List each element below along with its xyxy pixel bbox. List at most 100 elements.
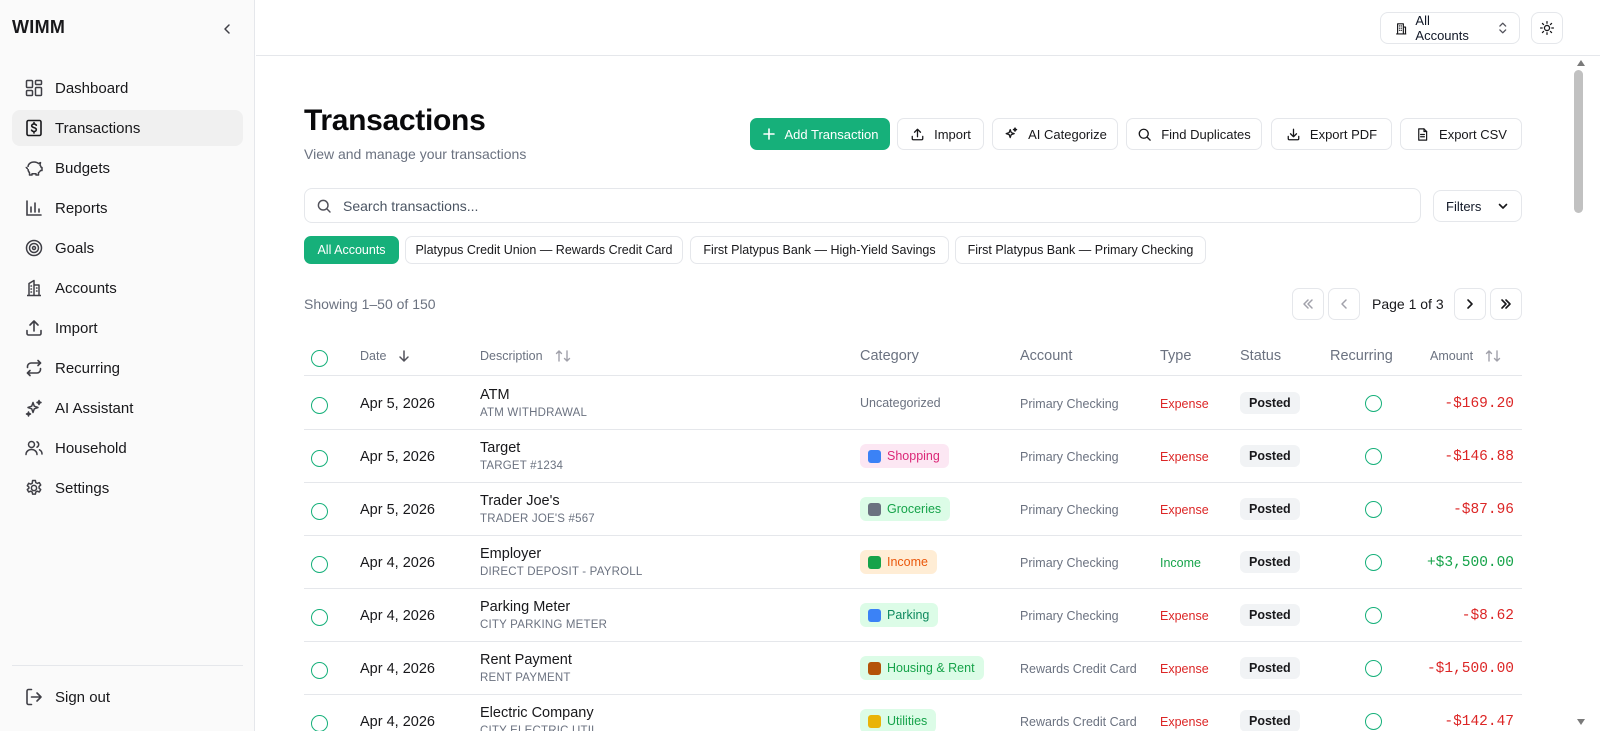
transaction-raw-description: TARGET #1234	[480, 460, 564, 472]
previous-page-button[interactable]	[1328, 288, 1360, 320]
recurring-toggle[interactable]	[1365, 713, 1382, 730]
select-all-checkbox[interactable]	[311, 350, 328, 367]
page-subtitle: View and manage your transactions	[304, 146, 527, 162]
transaction-account: Primary Checking	[1020, 503, 1119, 517]
recurring-toggle[interactable]	[1365, 501, 1382, 518]
category-label: Uncategorized	[860, 396, 941, 410]
recurring-toggle[interactable]	[1365, 660, 1382, 677]
category-badge[interactable]: Uncategorized	[860, 391, 950, 415]
last-page-button[interactable]	[1490, 288, 1522, 320]
column-header-description[interactable]: Description	[480, 349, 571, 363]
sidebar-nav: Dashboard Transactions Budgets Reports G…	[12, 70, 243, 510]
sidebar-item-dashboard[interactable]: Dashboard	[12, 70, 243, 106]
export-csv-button[interactable]: Export CSV	[1400, 118, 1522, 150]
column-header-category: Category	[860, 348, 919, 364]
transaction-raw-description: RENT PAYMENT	[480, 672, 571, 684]
sidebar-item-goals[interactable]: Goals	[12, 230, 243, 266]
account-chip-high-yield-savings[interactable]: First Platypus Bank — High-Yield Savings	[690, 236, 949, 264]
sign-out-button[interactable]: Sign out	[12, 679, 243, 715]
table-row[interactable]: Apr 5, 2026 Trader Joe's TRADER JOE'S #5…	[304, 483, 1522, 536]
category-label: Shopping	[887, 449, 940, 463]
recurring-toggle[interactable]	[1365, 607, 1382, 624]
sidebar-item-settings[interactable]: Settings	[12, 470, 243, 506]
recurring-toggle[interactable]	[1365, 554, 1382, 571]
sidebar-item-reports[interactable]: Reports	[12, 190, 243, 226]
users-icon	[24, 438, 44, 458]
category-badge[interactable]: Parking	[860, 603, 939, 627]
scrollbar-thumb[interactable]	[1574, 70, 1583, 213]
scroll-up-arrow[interactable]	[1574, 59, 1588, 69]
filters-dropdown[interactable]: Filters	[1433, 190, 1522, 222]
account-selector[interactable]: All Accounts	[1380, 12, 1520, 44]
first-page-button[interactable]	[1292, 288, 1324, 320]
account-chip-all[interactable]: All Accounts	[304, 236, 399, 264]
export-pdf-button[interactable]: Export PDF	[1271, 118, 1392, 150]
status-badge: Posted	[1240, 445, 1300, 467]
table-header: Date Description Category Account Type S…	[304, 338, 1522, 376]
column-header-date[interactable]: Date	[360, 349, 410, 363]
transaction-amount: -$146.88	[1444, 449, 1514, 465]
sidebar-item-label: Transactions	[55, 119, 141, 137]
ai-categorize-button[interactable]: AI Categorize	[992, 118, 1118, 150]
sidebar-item-import[interactable]: Import	[12, 310, 243, 346]
table-row[interactable]: Apr 4, 2026 Electric Company CITY ELECTR…	[304, 695, 1522, 731]
transaction-amount: -$1,500.00	[1426, 661, 1514, 677]
sidebar-item-accounts[interactable]: Accounts	[12, 270, 243, 306]
row-select-checkbox[interactable]	[311, 715, 328, 731]
sidebar-item-label: Accounts	[55, 279, 117, 297]
row-select-checkbox[interactable]	[311, 556, 328, 573]
dollar-receipt-icon	[24, 118, 44, 138]
transaction-amount: -$142.47	[1444, 714, 1514, 730]
layout-dashboard-icon	[24, 78, 44, 98]
chevron-left-icon	[224, 24, 230, 34]
category-badge[interactable]: Utilities	[860, 709, 937, 731]
row-select-checkbox[interactable]	[311, 662, 328, 679]
table-row[interactable]: Apr 4, 2026 Employer DIRECT DEPOSIT - PA…	[304, 536, 1522, 589]
recurring-toggle[interactable]	[1365, 448, 1382, 465]
scroll-down-arrow[interactable]	[1574, 718, 1588, 728]
import-button[interactable]: Import	[897, 118, 984, 150]
category-badge[interactable]: Shopping	[860, 444, 949, 468]
account-chip-rewards-credit-card[interactable]: Platypus Credit Union — Rewards Credit C…	[405, 236, 683, 264]
row-select-checkbox[interactable]	[311, 397, 328, 414]
chevrons-left-icon	[1303, 299, 1313, 309]
recurring-toggle[interactable]	[1365, 395, 1382, 412]
sidebar-item-household[interactable]: Household	[12, 430, 243, 466]
sidebar-item-budgets[interactable]: Budgets	[12, 150, 243, 186]
table-row[interactable]: Apr 5, 2026 ATM ATM WITHDRAWAL Uncategor…	[304, 377, 1522, 430]
building-icon	[24, 278, 44, 298]
add-transaction-button[interactable]: Add Transaction	[750, 118, 890, 150]
category-badge[interactable]: Groceries	[860, 497, 951, 521]
sidebar-item-label: Settings	[55, 479, 110, 497]
category-badge[interactable]: Housing & Rent	[860, 656, 984, 680]
row-select-checkbox[interactable]	[311, 450, 328, 467]
category-badge[interactable]: Income	[860, 550, 937, 574]
sidebar-item-recurring[interactable]: Recurring	[12, 350, 243, 386]
search-input[interactable]	[343, 197, 1420, 214]
account-chip-primary-checking[interactable]: First Platypus Bank — Primary Checking	[955, 236, 1206, 264]
export-pdf-label: Export PDF	[1309, 126, 1378, 142]
sidebar-item-ai-assistant[interactable]: AI Assistant	[12, 390, 243, 426]
next-page-button[interactable]	[1454, 288, 1486, 320]
sidebar-item-transactions[interactable]: Transactions	[12, 110, 243, 146]
transaction-type: Expense	[1160, 503, 1209, 517]
gear-icon	[24, 478, 44, 498]
row-select-checkbox[interactable]	[311, 503, 328, 520]
row-select-checkbox[interactable]	[311, 609, 328, 626]
status-badge: Posted	[1240, 392, 1300, 414]
status-badge: Posted	[1240, 551, 1300, 573]
collapse-sidebar-button[interactable]	[216, 18, 238, 40]
chevron-down-icon	[1498, 203, 1508, 209]
category-emoji-icon	[868, 661, 881, 675]
theme-toggle-button[interactable]	[1531, 12, 1563, 44]
table-row[interactable]: Apr 5, 2026 Target TARGET #1234 Shopping…	[304, 430, 1522, 483]
transaction-description: Trader Joe's	[480, 493, 560, 509]
table-row[interactable]: Apr 4, 2026 Parking Meter CITY PARKING M…	[304, 589, 1522, 642]
transaction-amount: -$8.62	[1461, 608, 1514, 624]
find-duplicates-button[interactable]: Find Duplicates	[1126, 118, 1262, 150]
transaction-description: Parking Meter	[480, 599, 571, 615]
transaction-date: Apr 4, 2026	[360, 608, 435, 624]
column-header-amount[interactable]: Amount	[1430, 349, 1501, 363]
table-row[interactable]: Apr 4, 2026 Rent Payment RENT PAYMENT Ho…	[304, 642, 1522, 695]
transaction-type: Expense	[1160, 662, 1209, 676]
